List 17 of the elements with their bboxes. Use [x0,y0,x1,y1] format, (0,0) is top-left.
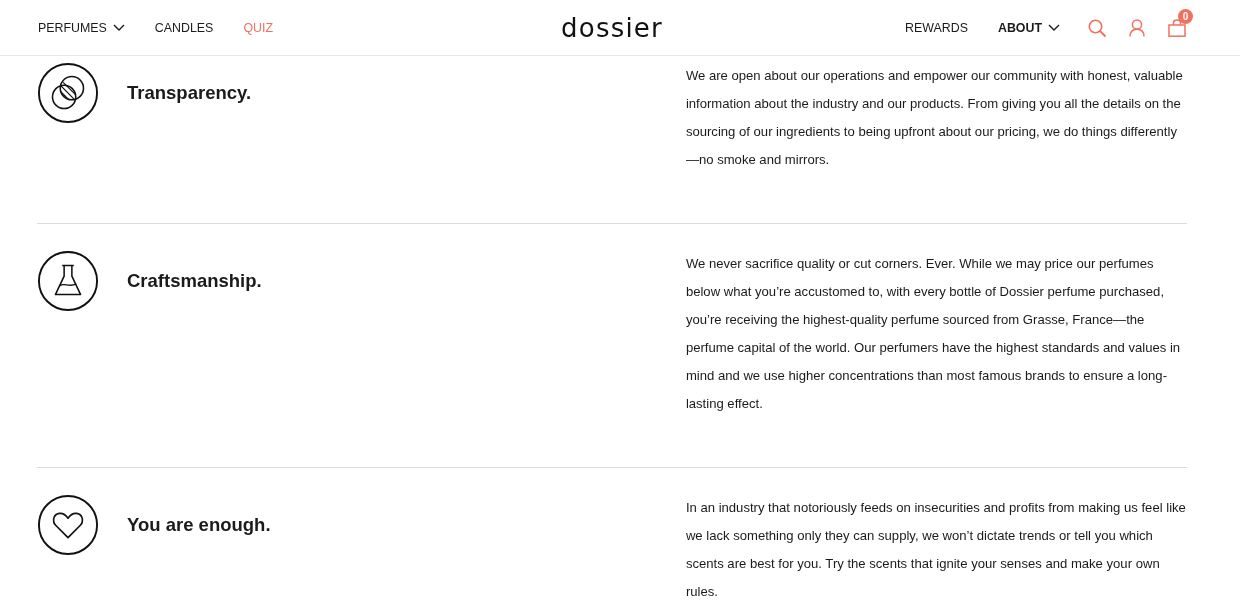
nav-link[interactable]: PERFUMES [38,19,125,36]
user-icon[interactable] [1128,18,1146,37]
cart-count: 0 [1178,8,1193,24]
value-description: In an industry that notoriously feeds on insecurities and profits from making us feel like we lack something only they can supply, we won’t dictate trends or tell you which scents are best for you. Try the scents that ignite your senses and make your own rules. [685,499,1187,601]
value-description: We are open about our operations and empower our community with honest, valuable information about the industry and our products. From giving you all the details on the sourcing of our ingredients to being upfront about our pricing, we do things differently—no smoke and mirrors. [685,67,1184,169]
value-description: We never sacrifice quality or cut corners. Ever. While we may price our perfumes below what you’re accustomed to, with every bottle of Dossier perfume purchased, you’re receiving the highest-quality perfume sourced from Grasse, France—the perfume capital of the world. Our perfumers have the highest standards and values in mind and we use higher concentrations than most famous brands to ensure a long-lasting effect. [685,255,1182,413]
nav-link[interactable]: CANDLES [154,19,214,36]
nav-link[interactable]: ABOUT [997,19,1060,36]
overlapping-circles-icon [37,62,99,124]
flask-icon [37,250,99,312]
value-title: Craftsmanship. [127,270,262,292]
shopping-bag-icon[interactable] [1168,18,1186,37]
value-title: You are enough. [127,514,271,536]
nav-link[interactable]: REWARDS [905,19,968,36]
value-title: Transparency. [127,82,252,104]
logo[interactable]: dossier [561,12,663,43]
search-icon[interactable] [1088,18,1106,37]
